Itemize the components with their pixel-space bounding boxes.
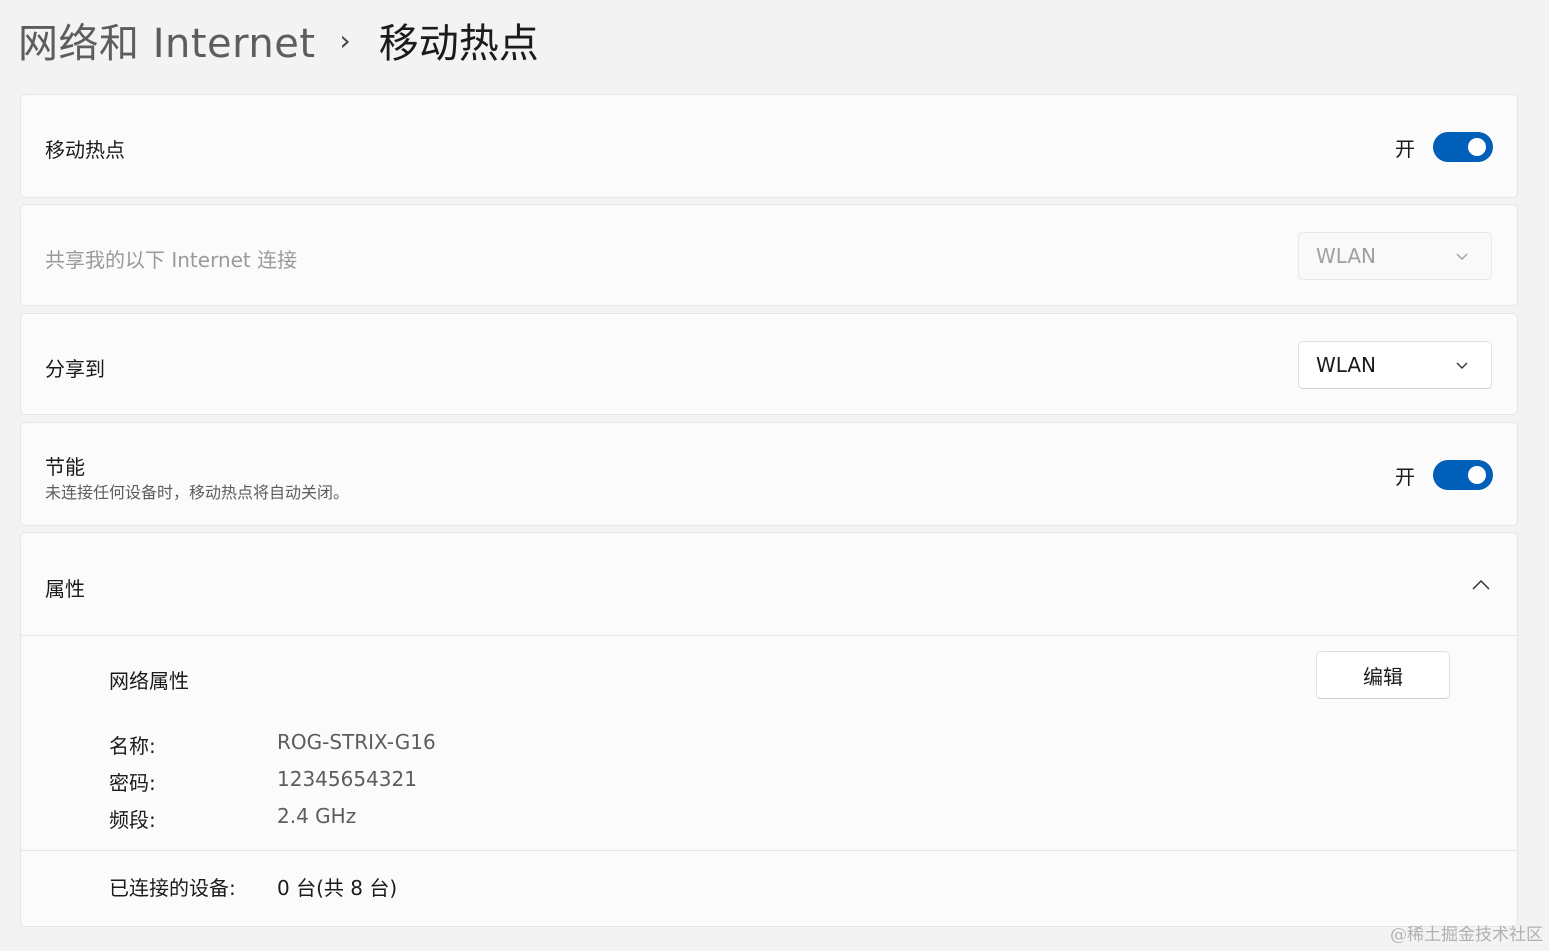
breadcrumb-separator-icon: › (339, 23, 351, 57)
properties-card: 属性 网络属性 编辑 名称: ROG-STRIX-G16 密码: 1234565… (20, 532, 1518, 927)
share-to-dropdown[interactable]: WLAN (1298, 341, 1492, 389)
chevron-down-icon (1456, 362, 1468, 369)
network-properties-label: 网络属性 (109, 669, 189, 693)
band-value: 2.4 GHz (277, 804, 357, 828)
power-saving-card: 节能 未连接任何设备时，移动热点将自动关闭。 开 (20, 422, 1518, 526)
hotspot-label: 移动热点 (45, 138, 125, 162)
chevron-up-icon (1472, 579, 1490, 590)
password-key: 密码: (109, 771, 156, 795)
share-to-selected: WLAN (1316, 353, 1377, 377)
devices-divider (21, 850, 1517, 851)
properties-label: 属性 (45, 577, 85, 601)
power-saving-toggle[interactable] (1433, 460, 1493, 490)
power-saving-description: 未连接任何设备时，移动热点将自动关闭。 (45, 483, 350, 502)
power-saving-label: 节能 (45, 455, 85, 479)
power-saving-toggle-group: 开 (1395, 460, 1493, 490)
share-from-label: 共享我的以下 Internet 连接 (45, 248, 298, 272)
hotspot-card: 移动热点 开 (20, 94, 1518, 198)
share-from-selected: WLAN (1316, 244, 1377, 268)
share-from-card: 共享我的以下 Internet 连接 WLAN (20, 204, 1518, 306)
breadcrumb-parent-link[interactable]: 网络和 Internet (18, 11, 316, 69)
toggle-knob (1468, 466, 1486, 484)
hotspot-toggle[interactable] (1433, 132, 1493, 162)
name-value: ROG-STRIX-G16 (277, 730, 436, 754)
password-value: 12345654321 (277, 767, 417, 791)
edit-button[interactable]: 编辑 (1316, 651, 1450, 699)
band-key: 频段: (109, 808, 156, 832)
power-saving-state-text: 开 (1395, 464, 1415, 489)
page-title: 移动热点 (378, 21, 539, 67)
connected-devices-value: 0 台(共 8 台) (277, 876, 398, 900)
share-to-card: 分享到 WLAN (20, 313, 1518, 415)
chevron-down-icon (1456, 253, 1468, 260)
properties-header[interactable]: 属性 (21, 533, 1517, 635)
properties-divider (21, 635, 1517, 636)
connected-devices-key: 已连接的设备: (109, 876, 236, 900)
watermark: @稀土掘金技术社区 (1390, 925, 1543, 945)
toggle-knob (1468, 138, 1486, 156)
hotspot-state-text: 开 (1395, 136, 1415, 161)
breadcrumb: 网络和 Internet › 移动热点 (18, 12, 539, 68)
hotspot-toggle-group: 开 (1395, 132, 1493, 162)
name-key: 名称: (109, 734, 156, 758)
share-from-dropdown[interactable]: WLAN (1298, 232, 1492, 280)
share-to-label: 分享到 (45, 357, 105, 381)
